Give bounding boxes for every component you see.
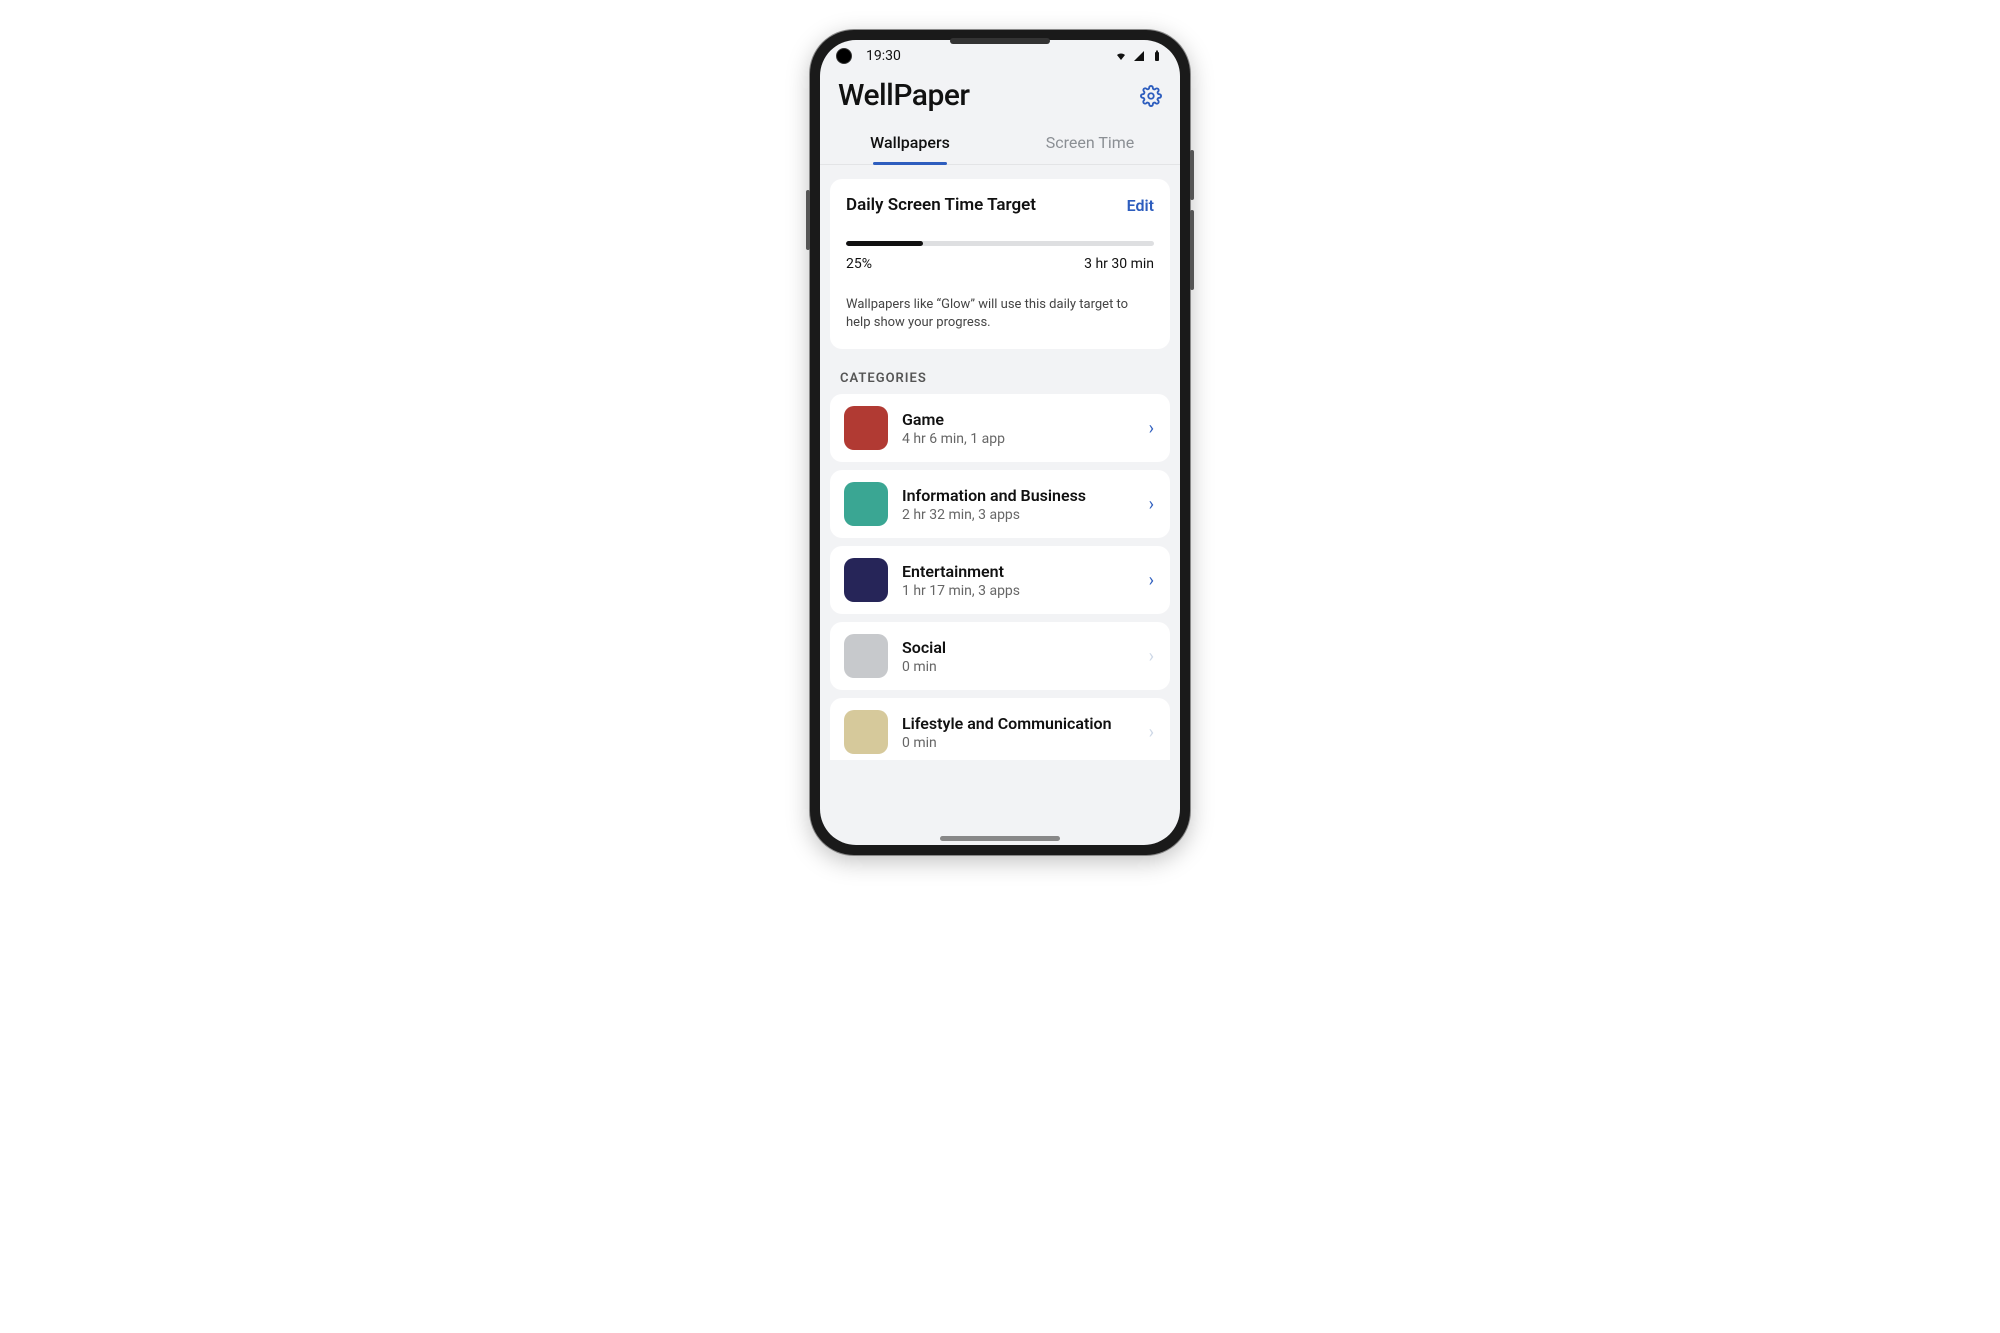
side-button: [1190, 150, 1194, 200]
categories-header: CATEGORIES: [840, 371, 1160, 386]
tab-screen-time[interactable]: Screen Time: [1000, 123, 1180, 164]
chevron-right-icon: ›: [1147, 646, 1156, 667]
cell-signal-icon: [1132, 50, 1146, 62]
category-color-swatch: [844, 482, 888, 526]
tab-wallpapers[interactable]: Wallpapers: [820, 123, 1000, 164]
app-title: WellPaper: [838, 78, 970, 113]
daily-target-description: Wallpapers like “Glow” will use this dai…: [846, 296, 1154, 331]
category-row-entertainment[interactable]: Entertainment 1 hr 17 min, 3 apps ›: [830, 546, 1170, 614]
category-subtext: 4 hr 6 min, 1 app: [902, 431, 1147, 447]
side-button: [806, 190, 810, 250]
battery-icon: [1150, 50, 1164, 62]
app-header: WellPaper: [820, 72, 1180, 113]
progress-fill: [846, 241, 923, 246]
chevron-right-icon: ›: [1147, 722, 1156, 743]
category-row-social[interactable]: Social 0 min ›: [830, 622, 1170, 690]
tab-label: Wallpapers: [870, 133, 950, 152]
tab-label: Screen Time: [1046, 133, 1135, 152]
category-name: Information and Business: [902, 486, 1147, 505]
phone-frame: 19:30 WellPaper Wallpapers Screen Time: [810, 30, 1190, 855]
daily-target-card: Daily Screen Time Target Edit 25% 3 hr 3…: [830, 179, 1170, 349]
tab-bar: Wallpapers Screen Time: [820, 123, 1180, 165]
category-subtext: 1 hr 17 min, 3 apps: [902, 583, 1147, 599]
category-name: Social: [902, 638, 1147, 657]
category-color-swatch: [844, 634, 888, 678]
category-color-swatch: [844, 406, 888, 450]
home-indicator[interactable]: [940, 836, 1060, 841]
side-button: [1190, 210, 1194, 290]
screen: 19:30 WellPaper Wallpapers Screen Time: [820, 40, 1180, 845]
chevron-right-icon: ›: [1147, 570, 1156, 591]
chevron-right-icon: ›: [1147, 418, 1156, 439]
gear-icon: [1140, 85, 1162, 107]
category-row-lifestyle-communication[interactable]: Lifestyle and Communication 0 min ›: [830, 698, 1170, 760]
status-time: 19:30: [866, 48, 901, 64]
wifi-icon: [1114, 50, 1128, 62]
content-scroll[interactable]: Daily Screen Time Target Edit 25% 3 hr 3…: [820, 165, 1180, 845]
daily-target-title: Daily Screen Time Target: [846, 195, 1036, 215]
category-name: Lifestyle and Communication: [902, 714, 1147, 733]
progress-duration-label: 3 hr 30 min: [1084, 256, 1154, 272]
category-name: Game: [902, 410, 1147, 429]
category-subtext: 2 hr 32 min, 3 apps: [902, 507, 1147, 523]
category-row-information-business[interactable]: Information and Business 2 hr 32 min, 3 …: [830, 470, 1170, 538]
progress-percent-label: 25%: [846, 256, 872, 272]
chevron-right-icon: ›: [1147, 494, 1156, 515]
category-color-swatch: [844, 710, 888, 754]
category-color-swatch: [844, 558, 888, 602]
category-name: Entertainment: [902, 562, 1147, 581]
category-subtext: 0 min: [902, 659, 1147, 675]
progress-bar: [846, 241, 1154, 246]
status-bar: 19:30: [820, 40, 1180, 72]
edit-button[interactable]: Edit: [1127, 196, 1154, 215]
camera-hole: [836, 48, 852, 64]
settings-button[interactable]: [1140, 85, 1162, 107]
category-row-game[interactable]: Game 4 hr 6 min, 1 app ›: [830, 394, 1170, 462]
category-subtext: 0 min: [902, 735, 1147, 751]
